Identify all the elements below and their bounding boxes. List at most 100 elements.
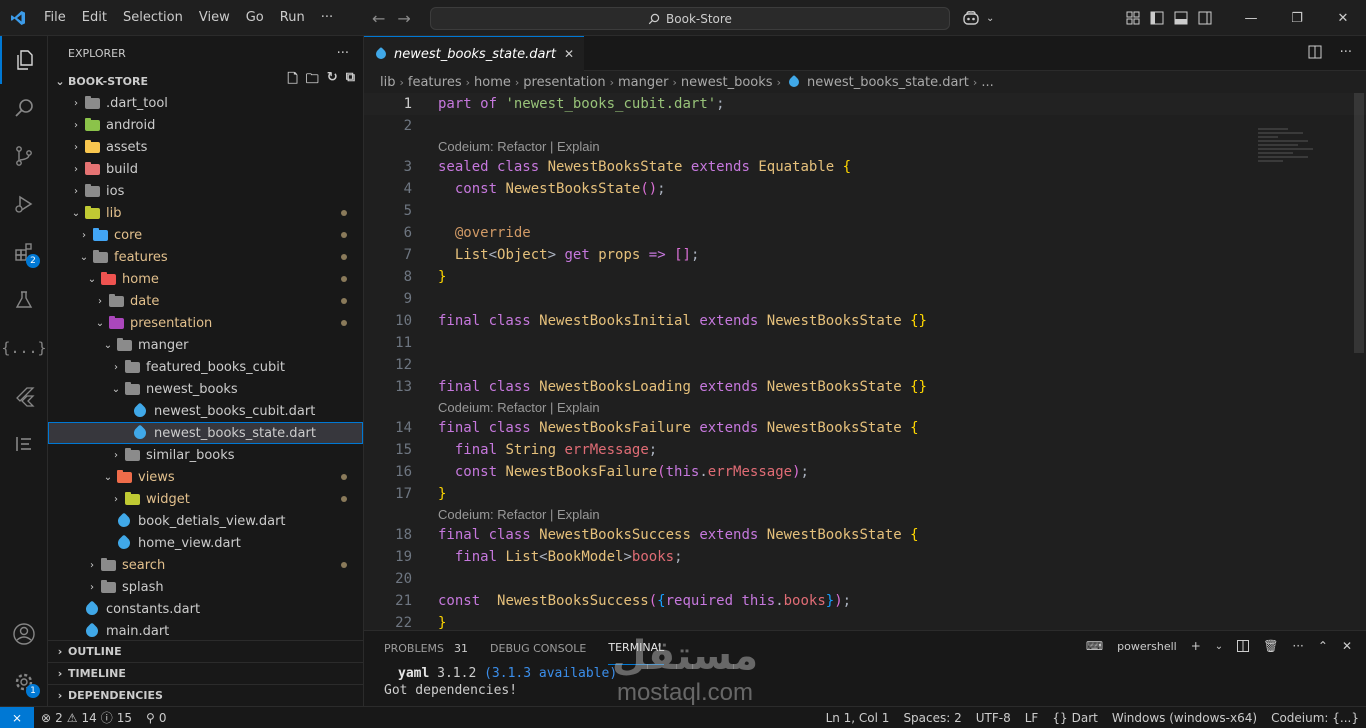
accounts-icon[interactable] xyxy=(0,610,48,658)
customize-layout-icon[interactable] xyxy=(1126,11,1140,25)
outline-list-icon[interactable] xyxy=(0,420,48,468)
editor-scrollbar[interactable] xyxy=(1352,93,1366,630)
maximize-panel-icon[interactable]: ⌃ xyxy=(1318,639,1328,653)
editor-more-actions[interactable]: ··· xyxy=(1340,45,1352,60)
tree-file[interactable]: constants.dart xyxy=(48,598,363,620)
codelens[interactable]: Codeium: Refactor | Explain xyxy=(364,505,1366,524)
tree-folder[interactable]: ⌄ newest_books xyxy=(48,378,363,400)
testing-flask-icon[interactable] xyxy=(0,276,48,324)
close-window-icon[interactable]: ✕ xyxy=(1320,11,1366,26)
tree-folder[interactable]: ⌄ home xyxy=(48,268,363,290)
close-panel-icon[interactable]: ✕ xyxy=(1342,639,1352,653)
tree-file[interactable]: newest_books_cubit.dart xyxy=(48,400,363,422)
codelens[interactable]: Codeium: Refactor | Explain xyxy=(364,137,1366,156)
tree-folder[interactable]: › .dart_tool xyxy=(48,92,363,114)
outline-section[interactable]: › OUTLINE xyxy=(48,640,364,662)
split-editor-icon[interactable] xyxy=(1308,45,1322,59)
codeium-status[interactable]: Codeium: {...} xyxy=(1264,711,1366,725)
explorer-icon[interactable] xyxy=(0,36,48,84)
menu-go[interactable]: Go xyxy=(238,0,272,36)
toggle-panel-icon[interactable] xyxy=(1174,11,1188,25)
tree-file[interactable]: newest_books_state.dart xyxy=(48,422,363,444)
tree-folder[interactable]: › build xyxy=(48,158,363,180)
language-mode[interactable]: {} Dart xyxy=(1045,711,1105,725)
tree-folder[interactable]: › assets xyxy=(48,136,363,158)
restore-icon[interactable]: ❐ xyxy=(1274,11,1320,26)
scroll-thumb[interactable] xyxy=(1354,93,1364,353)
tree-file[interactable]: main.dart xyxy=(48,620,363,642)
tree-folder[interactable]: ⌄ features xyxy=(48,246,363,268)
project-section-header[interactable]: ⌄ BOOK-STORE 🗋 🗀 ↻ ⧉ xyxy=(48,70,363,92)
source-control-icon[interactable] xyxy=(0,132,48,180)
tree-file[interactable]: book_detials_view.dart xyxy=(48,510,363,532)
tree-folder[interactable]: › date xyxy=(48,290,363,312)
tree-folder[interactable]: › android xyxy=(48,114,363,136)
tree-folder[interactable]: › splash xyxy=(48,576,363,598)
tree-folder[interactable]: ⌄ lib xyxy=(48,202,363,224)
tree-folder[interactable]: › search xyxy=(48,554,363,576)
tree-folder[interactable]: › widget xyxy=(48,488,363,510)
tab-newest-books-state[interactable]: newest_books_state.dart ✕ xyxy=(364,36,584,71)
extensions-icon[interactable]: 2 xyxy=(0,228,48,276)
problems-status[interactable]: ⊗ 2 ⚠ 14 ⓘ 15 xyxy=(34,709,139,726)
tree-folder[interactable]: ⌄ views xyxy=(48,466,363,488)
encoding[interactable]: UTF-8 xyxy=(969,711,1018,725)
minimap[interactable] xyxy=(1258,128,1318,172)
menu-run[interactable]: Run xyxy=(272,0,313,36)
forward-arrow-icon[interactable]: → xyxy=(397,9,410,28)
dependencies-section[interactable]: › DEPENDENCIES xyxy=(48,684,364,706)
menu-view[interactable]: View xyxy=(191,0,238,36)
toggle-primary-sidebar-icon[interactable] xyxy=(1150,11,1164,25)
breadcrumb-item[interactable]: home xyxy=(474,75,511,90)
remote-indicator-icon[interactable]: ⨯ xyxy=(0,706,34,728)
target-platform[interactable]: Windows (windows-x64) xyxy=(1105,711,1264,725)
tree-folder[interactable]: › core xyxy=(48,224,363,246)
minimize-icon[interactable]: — xyxy=(1228,11,1274,26)
cursor-position[interactable]: Ln 1, Col 1 xyxy=(819,711,897,725)
breadcrumb-item[interactable]: presentation xyxy=(523,75,605,90)
json-braces-icon[interactable]: {...} xyxy=(0,324,48,372)
codelens[interactable]: Codeium: Refactor | Explain xyxy=(364,398,1366,417)
trash-icon[interactable]: 🗑 xyxy=(1263,639,1278,653)
timeline-section[interactable]: › TIMELINE xyxy=(48,662,364,684)
terminal-shell-name[interactable]: powershell xyxy=(1117,640,1177,653)
chevron-down-icon[interactable]: ⌄ xyxy=(1215,641,1223,652)
chevron-down-icon[interactable]: ⌄ xyxy=(986,13,994,24)
tree-file[interactable]: home_view.dart xyxy=(48,532,363,554)
toggle-secondary-sidebar-icon[interactable] xyxy=(1198,11,1212,25)
new-file-icon[interactable]: 🗋 xyxy=(287,70,297,92)
breadcrumb-item[interactable]: lib xyxy=(380,75,395,90)
menu-file[interactable]: File xyxy=(36,0,74,36)
panel-more-actions[interactable]: ··· xyxy=(1292,639,1303,653)
breadcrumb-item[interactable]: features xyxy=(408,75,462,90)
refresh-icon[interactable]: ↻ xyxy=(327,70,338,92)
breadcrumb-item[interactable]: newest_books xyxy=(681,75,773,90)
manage-gear-icon[interactable]: 1 xyxy=(0,658,48,706)
split-terminal-icon[interactable] xyxy=(1237,640,1250,652)
tree-folder[interactable]: › similar_books xyxy=(48,444,363,466)
menu-selection[interactable]: Selection xyxy=(115,0,191,36)
code-editor[interactable]: 1 part of 'newest_books_cubit.dart'; 2 Co… xyxy=(364,93,1366,631)
tree-folder[interactable]: › featured_books_cubit xyxy=(48,356,363,378)
tree-folder[interactable]: ⌄ presentation xyxy=(48,312,363,334)
tab-debug-console[interactable]: DEBUG CONSOLE xyxy=(490,631,586,665)
command-center-search[interactable]: Book-Store xyxy=(430,7,950,30)
breadcrumb-item[interactable]: ... xyxy=(981,75,993,90)
copilot-icon[interactable] xyxy=(962,10,980,26)
collapse-all-icon[interactable]: ⧉ xyxy=(346,70,355,92)
tree-folder[interactable]: ⌄ manger xyxy=(48,334,363,356)
menu-more[interactable]: ··· xyxy=(313,0,341,36)
search-icon[interactable] xyxy=(0,84,48,132)
close-icon[interactable]: ✕ xyxy=(564,47,574,61)
terminal-output[interactable]: yaml 3.1.2 (3.1.3 available) Got depende… xyxy=(364,665,1366,699)
tab-terminal[interactable]: TERMINAL xyxy=(608,631,665,665)
breadcrumb-item[interactable]: manger xyxy=(618,75,668,90)
ports-status[interactable]: ⚲ 0 xyxy=(139,711,173,725)
flutter-icon[interactable] xyxy=(0,372,48,420)
menu-edit[interactable]: Edit xyxy=(74,0,115,36)
new-folder-icon[interactable]: 🗀 xyxy=(306,70,319,92)
tree-folder[interactable]: › ios xyxy=(48,180,363,202)
back-arrow-icon[interactable]: ← xyxy=(372,9,385,28)
indentation[interactable]: Spaces: 2 xyxy=(896,711,968,725)
tab-problems[interactable]: PROBLEMS 31 xyxy=(384,631,468,665)
